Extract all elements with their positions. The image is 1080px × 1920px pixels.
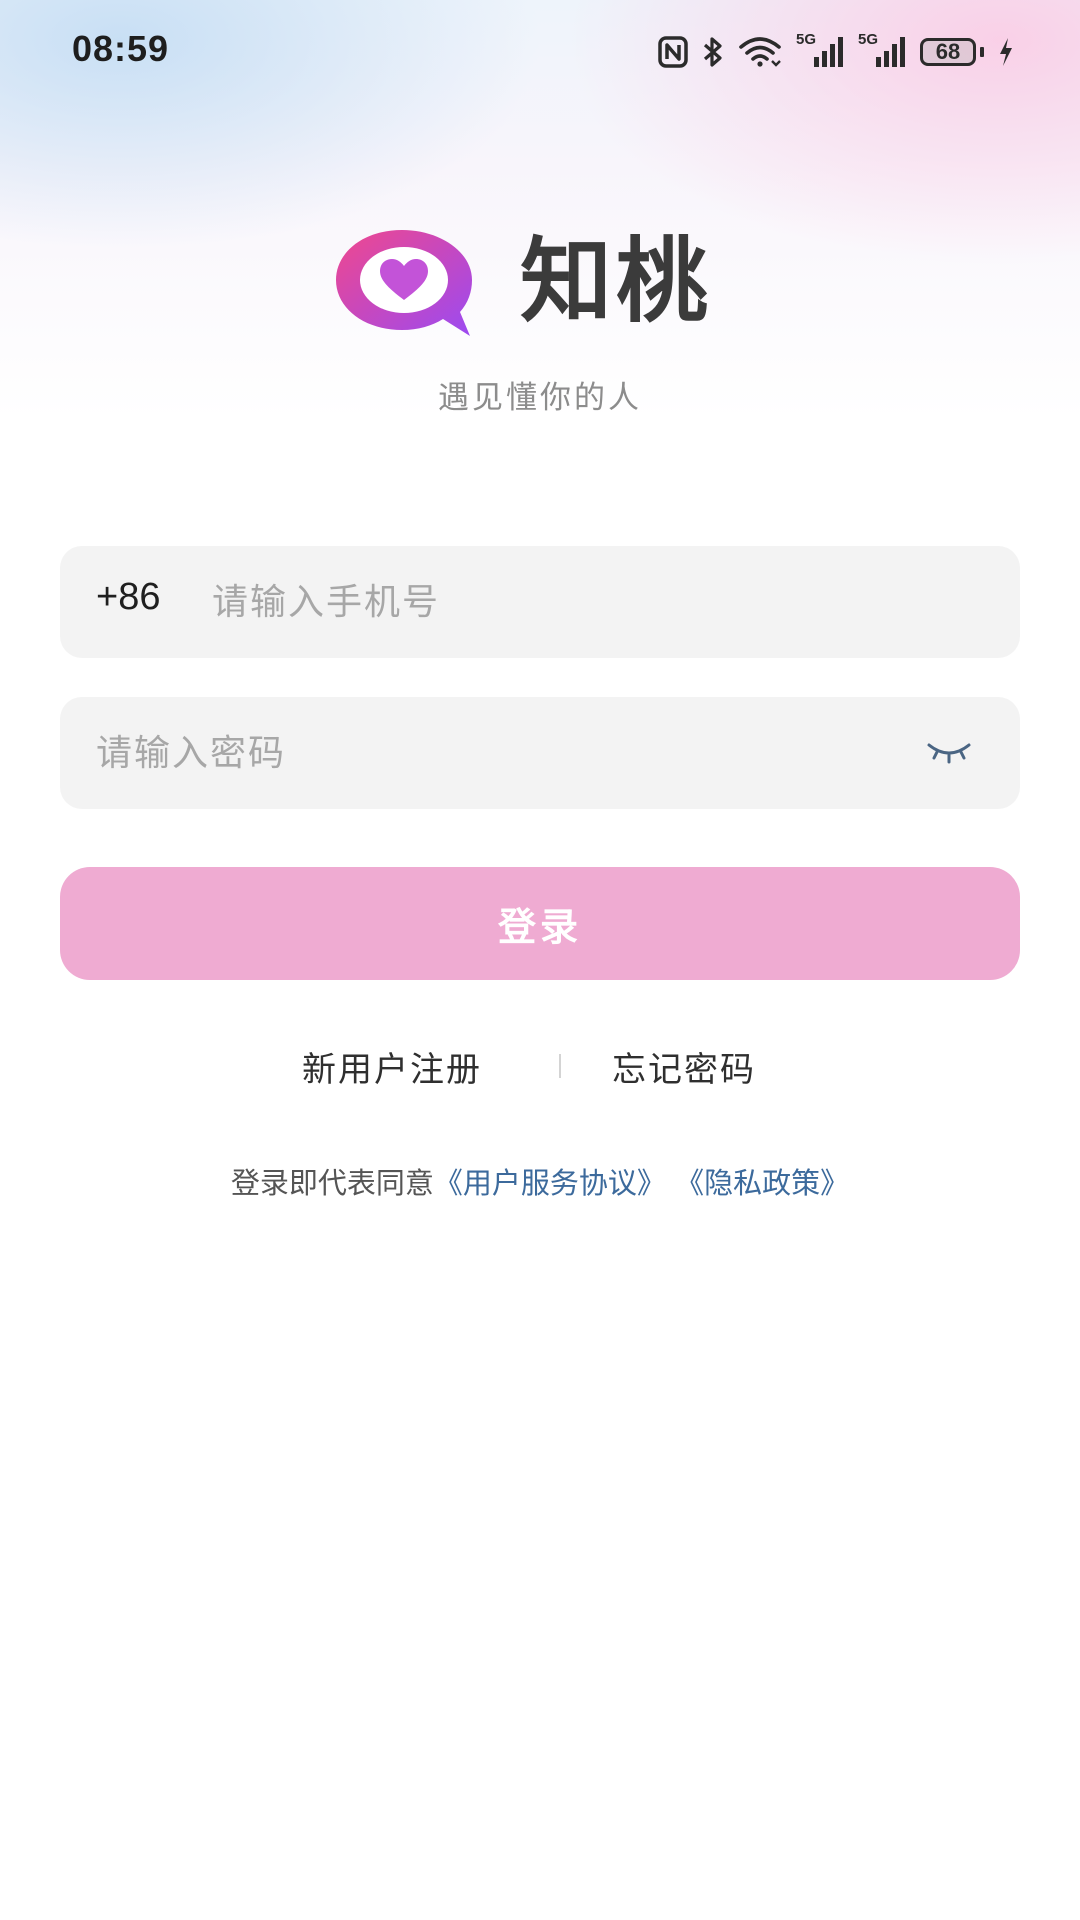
- bluetooth-icon: [702, 36, 724, 68]
- wifi-icon: [738, 37, 782, 67]
- terms-of-service-link[interactable]: 《用户服务协议》: [434, 1166, 666, 1200]
- links-divider: [559, 1054, 561, 1078]
- password-field[interactable]: [60, 697, 1020, 809]
- status-bar: 08:59 5G 5G 68: [0, 0, 1080, 110]
- network-type-label: 5G: [858, 31, 879, 48]
- signal-5g-icon: 5G: [858, 31, 906, 69]
- heart-chat-bubble-icon: [332, 226, 480, 342]
- status-icons: 5G 5G 68: [658, 31, 1014, 72]
- phone-field[interactable]: +86: [60, 546, 1020, 658]
- phone-input[interactable]: [212, 546, 972, 658]
- battery-level: 68: [920, 38, 976, 66]
- signal-5g-icon: 5G: [796, 31, 844, 69]
- battery-tip: [980, 47, 984, 57]
- password-input[interactable]: [96, 697, 916, 809]
- login-button[interactable]: 登录: [60, 867, 1020, 980]
- agreement-text: 登录即代表同意《用户服务协议》 《隐私政策》: [0, 1160, 1080, 1202]
- network-type-label: 5G: [796, 31, 817, 48]
- forgot-password-link[interactable]: 忘记密码: [612, 1042, 756, 1091]
- country-code[interactable]: +86: [96, 576, 160, 619]
- app-name: 知桃: [520, 228, 713, 335]
- register-link[interactable]: 新用户注册: [302, 1042, 482, 1091]
- app-slogan: 遇见懂你的人: [438, 380, 642, 416]
- nfc-icon: [658, 36, 688, 68]
- auth-links: 新用户注册 忘记密码: [0, 1042, 1080, 1092]
- battery-icon: 68: [920, 38, 984, 66]
- charging-icon: [998, 37, 1014, 67]
- eye-closed-icon[interactable]: [926, 737, 972, 767]
- privacy-policy-link[interactable]: 《隐私政策》: [675, 1166, 849, 1200]
- login-screen: 08:59 5G 5G 68 知桃 遇见懂你的人 +86 请输入手机号 登录 新…: [0, 0, 1080, 1920]
- agreement-prefix: 登录即代表同意: [230, 1166, 434, 1200]
- status-time: 08:59: [72, 28, 170, 69]
